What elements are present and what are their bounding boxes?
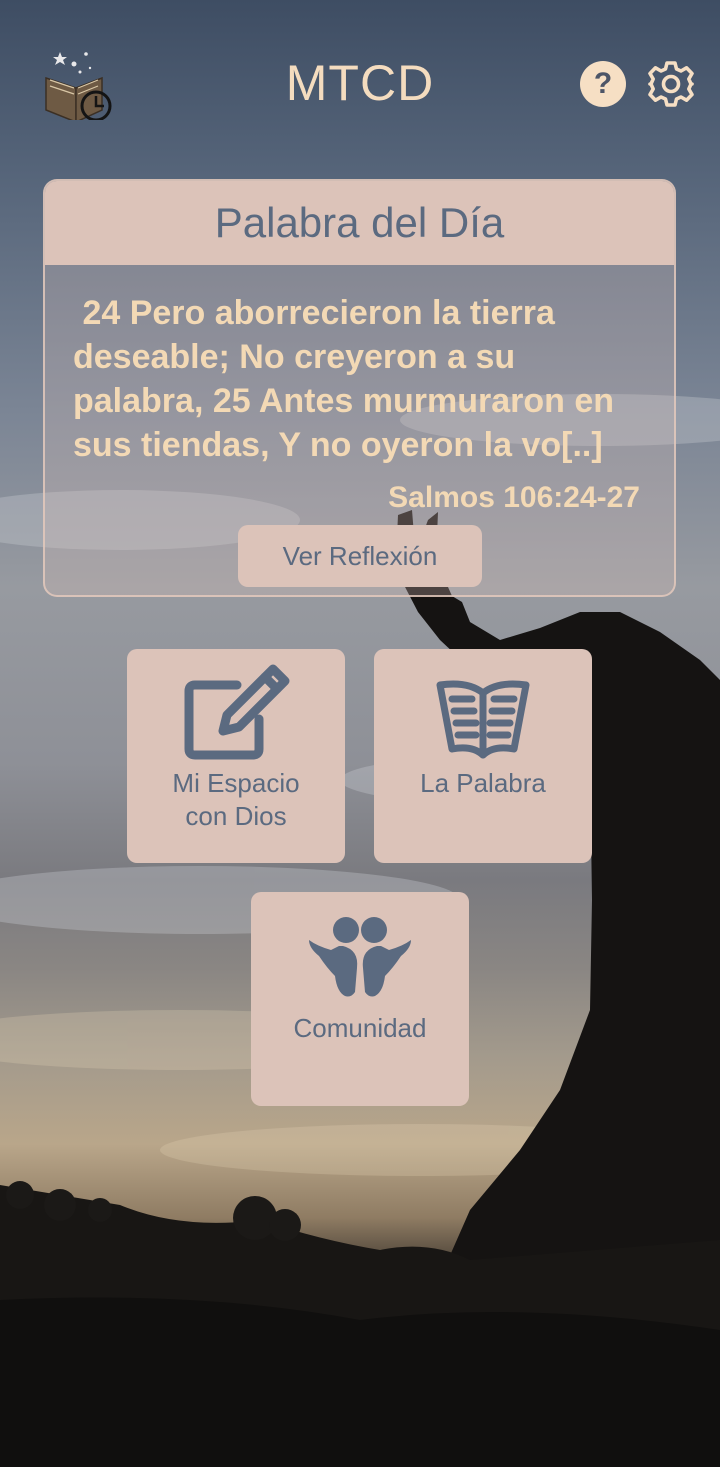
gear-icon [648,61,694,107]
verse-reference: Salmos 106:24-27 [388,481,640,514]
view-reflection-button[interactable]: Ver Reflexión [238,525,482,587]
help-button[interactable]: ? [580,61,626,107]
community-icon [251,906,469,1010]
settings-button[interactable] [646,59,696,109]
help-icon: ? [593,67,613,100]
tile-label: Mi Espacio con Dios [172,768,300,831]
open-book-icon [374,663,592,767]
edit-icon [127,663,345,767]
tile-community[interactable]: Comunidad [251,892,469,1106]
tile-my-space-with-god[interactable]: Mi Espacio con Dios [127,649,345,863]
tile-the-word[interactable]: La Palabra [374,649,592,863]
daily-word-title: Palabra del Día [45,181,674,265]
verse-text[interactable]: 24 Pero aborrecieron la tierra deseable;… [73,291,653,467]
app-header: MTCD ? [0,40,720,130]
tile-label: La Palabra [420,768,546,798]
tile-label: Comunidad [293,1013,427,1043]
daily-word-card: Palabra del Día 24 Pero aborrecieron la … [43,179,676,597]
